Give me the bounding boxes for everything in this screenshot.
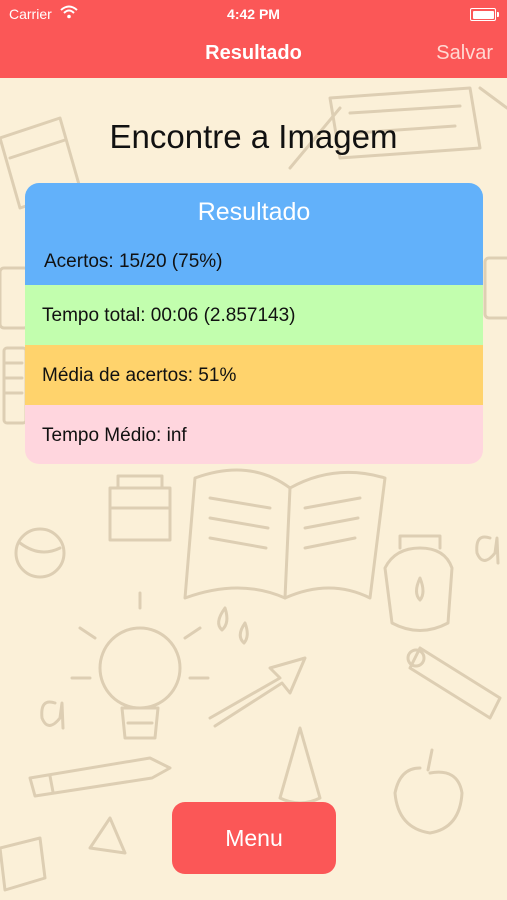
battery-icon — [470, 8, 499, 21]
result-card: Resultado Acertos: 15/20 (75%) Tempo tot… — [25, 183, 483, 464]
total-time-row: Tempo total: 00:06 (2.857143) — [25, 285, 483, 345]
average-time-row: Tempo Médio: inf — [25, 405, 483, 464]
screen-title: Encontre a Imagem — [109, 118, 398, 155]
total-time-stat: Tempo total: 00:06 (2.857143) — [42, 305, 296, 326]
hits-stat: Acertos: 15/20 (75%) — [44, 251, 223, 272]
average-hits-row: Média de acertos: 51% — [25, 345, 483, 405]
average-time-stat: Tempo Médio: inf — [42, 425, 187, 446]
status-bar: Carrier 4:42 PM — [0, 0, 507, 28]
navigation-bar: Carrier 4:42 PM Resultado Salvar — [0, 0, 507, 78]
menu-button[interactable]: Menu — [172, 802, 336, 874]
average-hits-stat: Média de acertos: 51% — [42, 365, 237, 386]
result-header: Resultado Acertos: 15/20 (75%) — [25, 183, 483, 285]
status-time: 4:42 PM — [227, 6, 280, 22]
result-title: Resultado — [197, 198, 311, 226]
save-button[interactable]: Salvar — [436, 42, 493, 65]
nav-title: Resultado — [205, 42, 302, 64]
